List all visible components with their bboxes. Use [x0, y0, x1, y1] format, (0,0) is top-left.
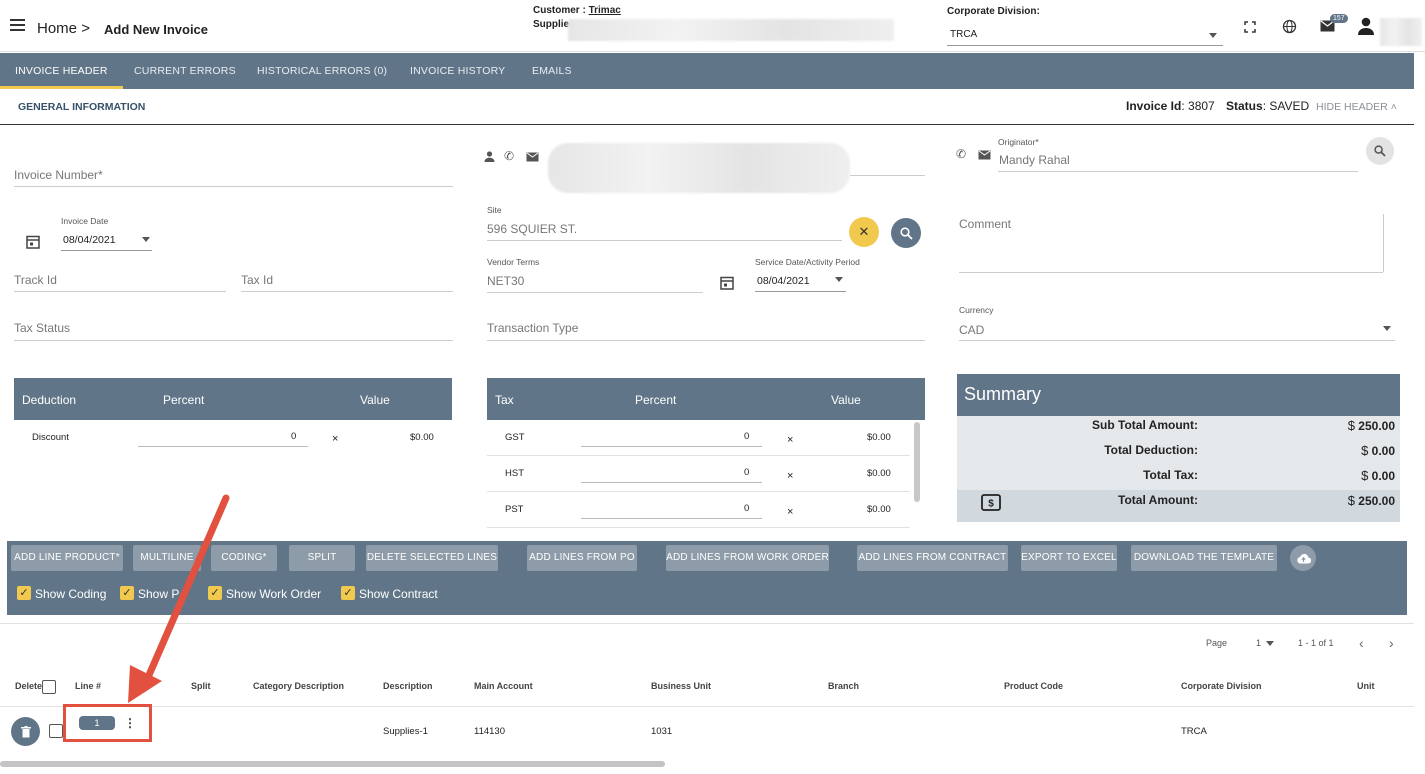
annotation-highlight-box — [63, 704, 152, 742]
annotation-arrow — [128, 494, 230, 703]
